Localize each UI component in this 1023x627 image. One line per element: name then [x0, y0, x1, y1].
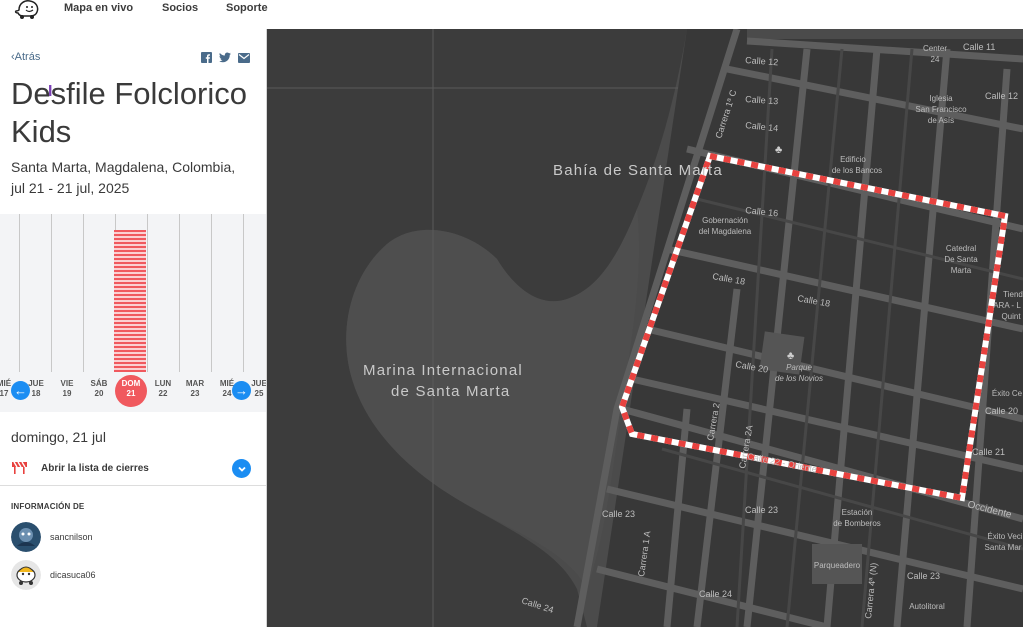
event-location: Santa Marta, Magdalena, Colombia, jul 21… [11, 157, 256, 199]
map-label-bay: Bahía de Santa Marta [553, 162, 723, 179]
map-poi-label: ARA - L [993, 301, 1021, 310]
map-poi-label: Santa Mar [985, 543, 1022, 552]
nav-live-map[interactable]: Mapa en vivo [64, 2, 133, 14]
day-number: 23 [190, 389, 200, 398]
map-poi-label: de Bomberos [833, 519, 881, 528]
facebook-icon[interactable] [201, 50, 213, 63]
nav-partners[interactable]: Socios [162, 2, 198, 14]
event-location-text: Santa Marta, Magdalena, Colombia, [11, 159, 236, 175]
calendar-gridline [51, 214, 52, 372]
calendar-day-selected[interactable]: DOM 21 [115, 379, 147, 399]
live-map[interactable]: Bahía de Santa Marta Marina Internaciona… [267, 29, 1023, 627]
map-poi-label: Tiend [1003, 290, 1023, 299]
event-sidebar: ‹Atrás Desfile Folclorico Kids I Santa M… [0, 29, 267, 627]
contributor-row[interactable]: sancnilson [11, 522, 261, 552]
map-poi-label: Edificio [840, 155, 866, 164]
tree-icon: ♣ [775, 144, 782, 156]
back-link[interactable]: ‹Atrás [11, 51, 40, 63]
map-label-street: Calle 23 [745, 505, 778, 515]
tree-icon: ♣ [787, 350, 794, 362]
road-closure-icon [12, 461, 27, 479]
calendar-gridline [243, 214, 244, 372]
calendar-day[interactable]: VIE 19 [51, 379, 83, 399]
map-poi-label: Quint [1001, 312, 1021, 321]
contributor-row[interactable]: dicasuca06 [11, 560, 261, 590]
map-poi-label: Marta [951, 266, 972, 275]
nav-support[interactable]: Soporte [226, 2, 268, 14]
map-label-street: Calle 24 [699, 589, 732, 599]
top-nav-bar: Mapa en vivo Socios Soporte [0, 0, 1023, 29]
map-label-street: Calle 20 [985, 406, 1018, 416]
map-label-street: Calle 12 [985, 91, 1018, 101]
arrow-right-icon[interactable]: → [232, 381, 251, 400]
day-name: DOM [121, 379, 141, 388]
calendar-gridline [147, 214, 148, 372]
day-number: 19 [62, 389, 72, 398]
day-name: VIE [60, 379, 74, 388]
map-label-marina: Marina Internacional [363, 362, 523, 379]
map-label-street: Calle 23 [602, 509, 635, 519]
calendar-day[interactable]: LUN 22 [147, 379, 179, 399]
chevron-down-icon[interactable] [232, 459, 251, 478]
map-label-street: Calle 21 [972, 447, 1005, 457]
email-icon[interactable] [238, 50, 250, 63]
closure-calendar: MIÉ17 JUE18 VIE19 SÁB20 DOM21 LUN22 MAR2… [0, 214, 266, 412]
map-poi-label: de los Novios [775, 374, 823, 383]
map-poi-label: Parque [786, 363, 812, 372]
day-name: SÁB [90, 379, 108, 388]
waze-logo-icon[interactable] [14, 0, 40, 20]
calendar-gridline [211, 214, 212, 372]
twitter-icon[interactable] [219, 50, 231, 63]
map-label-marina: de Santa Marta [391, 383, 510, 400]
map-label-street: Calle 11 [963, 42, 995, 52]
map-poi-label: Éxito Veci [987, 532, 1022, 541]
calendar-gridline [83, 214, 84, 372]
map-label-street: Calle 23 [907, 571, 940, 581]
text-cursor-icon: I [48, 83, 53, 100]
contributor-name: dicasuca06 [50, 570, 96, 580]
contributor-name: sancnilson [50, 532, 93, 542]
day-name: LUN [154, 379, 172, 388]
map-poi-label: del Magdalena [699, 227, 752, 236]
avatar-icon [11, 522, 41, 552]
map-poi-label: San Francisco [915, 105, 967, 114]
map-poi-label: 24 [931, 55, 940, 64]
day-number: 20 [94, 389, 104, 398]
day-number: 21 [126, 389, 136, 398]
calendar-day[interactable]: MAR 23 [179, 379, 211, 399]
map-poi-label: Gobernación [702, 216, 748, 225]
map-poi-label: Parqueadero [814, 561, 861, 570]
map-poi-label: De Santa [944, 255, 978, 264]
selected-date: domingo, 21 jul [11, 429, 106, 445]
map-poi-label: Estación [842, 508, 873, 517]
calendar-gridline [19, 214, 20, 372]
info-heading: INFORMACIÓN DE [11, 502, 85, 511]
map-poi-label: Catedral [946, 244, 976, 253]
map-poi-label: Center [923, 44, 947, 53]
closures-label: Abrir la lista de cierres [41, 463, 149, 474]
day-number: 22 [158, 389, 168, 398]
map-poi-label: de Asís [928, 116, 954, 125]
map-poi-label: de los Bancos [832, 166, 882, 175]
map-poi-label: Autolitoral [909, 602, 945, 611]
calendar-day[interactable]: SÁB 20 [83, 379, 115, 399]
arrow-left-icon[interactable]: ← [11, 381, 30, 400]
closure-bar [114, 230, 146, 372]
calendar-gridline [179, 214, 180, 372]
map-poi-label: Iglesia [929, 94, 953, 103]
day-name: MAR [185, 379, 205, 388]
event-date-range: jul 21 - 21 jul, 2025 [11, 180, 130, 196]
event-title: Desfile Folclorico Kids [11, 76, 248, 149]
avatar-icon [11, 560, 41, 590]
closures-toggle[interactable]: Abrir la lista de cierres [0, 459, 266, 486]
map-poi-label: Éxito Ce [992, 389, 1023, 398]
